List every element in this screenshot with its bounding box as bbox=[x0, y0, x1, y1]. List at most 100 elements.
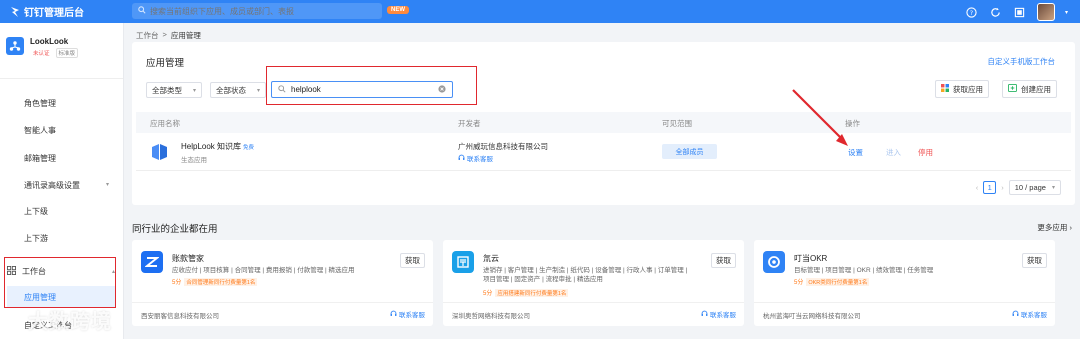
next-page-icon[interactable]: › bbox=[1001, 183, 1004, 192]
contact-support-label: 联系客服 bbox=[1021, 312, 1047, 319]
rank-badge: 合同管理新同行付费量第1名 bbox=[184, 277, 258, 286]
rating-score: 5分 bbox=[172, 280, 182, 286]
headset-icon bbox=[390, 310, 399, 319]
scope-badge[interactable]: 全部成员 bbox=[662, 144, 717, 159]
vendor-name: 杭州蓝海叮当云网络科技有限公司 bbox=[763, 313, 861, 320]
recommend-app-desc: 目标管理 | 项目管理 | OKR | 绩效管理 | 任务管理 bbox=[794, 267, 934, 274]
apps-grid-icon bbox=[941, 84, 949, 94]
custom-mobile-workbench-link[interactable]: 自定义手机版工作台 bbox=[988, 56, 1056, 67]
recommend-card[interactable]: 氚云 进销存 | 客户管理 | 生产制造 | 纸代码 | 设备管理 | 行政人事… bbox=[443, 240, 744, 326]
brand-logo[interactable]: 钉钉管理后台 bbox=[10, 4, 84, 19]
app-name-text: HelpLook 知识库 bbox=[181, 142, 242, 151]
app-type: 生态应用 bbox=[181, 157, 207, 164]
sidebar-item-hr[interactable]: 智能人事 bbox=[24, 125, 56, 136]
brand-title: 钉钉管理后台 bbox=[24, 8, 84, 19]
highlight-box bbox=[4, 257, 116, 308]
status-filter-select[interactable]: 全部状态 ▾ bbox=[210, 82, 266, 98]
contact-support-link[interactable]: 联系客服 bbox=[390, 309, 425, 319]
recommend-card[interactable]: 账款管家 应收应付 | 项目核算 | 合同管理 | 费用报销 | 付款管理 | … bbox=[132, 240, 433, 326]
chevron-down-icon[interactable]: ▾ bbox=[1065, 9, 1068, 16]
sidebar-item-mail[interactable]: 邮箱管理 bbox=[24, 153, 56, 164]
create-app-label: 创建应用 bbox=[1021, 84, 1051, 94]
zhangkuan-logo-icon bbox=[141, 251, 163, 273]
highlight-box bbox=[266, 66, 477, 105]
global-search-input[interactable] bbox=[150, 6, 370, 16]
fullscreen-icon[interactable] bbox=[1013, 5, 1027, 19]
page-size-select[interactable]: 10 / page ▾ bbox=[1008, 180, 1061, 195]
sidebar-item-updown[interactable]: 上下游 bbox=[24, 233, 48, 244]
recommend-rating: 5分 合同管理新同行付费量第1名 bbox=[172, 277, 258, 286]
recommend-app-desc: 应收应付 | 项目核算 | 合同管理 | 费用报销 | 付款管理 | 精选应用 bbox=[172, 267, 355, 274]
rank-badge: 应用搭建新同行付费量第1名 bbox=[495, 288, 569, 297]
more-apps-label: 更多应用 bbox=[1037, 223, 1068, 232]
create-app-button[interactable]: 创建应用 bbox=[1002, 80, 1057, 98]
headset-icon bbox=[701, 310, 710, 319]
disable-link[interactable]: 停用 bbox=[918, 147, 933, 158]
app-management-card: 应用管理 自定义手机版工作台 全部类型 ▾ 全部状态 ▾ 获取应用 创建应用 应… bbox=[132, 42, 1075, 205]
col-actions: 操作 bbox=[845, 119, 860, 128]
get-app-button[interactable]: 获取应用 bbox=[935, 80, 989, 98]
headset-icon bbox=[458, 154, 465, 163]
watermark: 大数跨境 bbox=[6, 305, 112, 334]
status-filter-value: 全部状态 bbox=[216, 85, 246, 95]
breadcrumb: 工作台 > 应用管理 bbox=[136, 30, 201, 41]
breadcrumb-current: 应用管理 bbox=[170, 31, 201, 40]
contact-support-link[interactable]: 联系客服 bbox=[1012, 309, 1047, 319]
settings-link[interactable]: 设置 bbox=[848, 147, 863, 158]
card-divider bbox=[132, 302, 433, 303]
contact-support-label: 联系客服 bbox=[710, 312, 736, 319]
page-title: 应用管理 bbox=[146, 58, 185, 69]
watermark-logo-icon bbox=[6, 308, 24, 331]
sidebar-item-roles[interactable]: 角色管理 bbox=[24, 98, 56, 109]
breadcrumb-root[interactable]: 工作台 bbox=[136, 30, 159, 41]
recommend-card[interactable]: 叮当OKR 目标管理 | 项目管理 | OKR | 绩效管理 | 任务管理 5分… bbox=[754, 240, 1055, 326]
prev-page-icon[interactable]: ‹ bbox=[976, 183, 979, 192]
card-divider bbox=[443, 302, 744, 303]
watermark-text: 大数跨境 bbox=[28, 311, 112, 333]
vendor-name: 深圳奥哲网络科技有限公司 bbox=[452, 313, 530, 320]
get-button[interactable]: 获取 bbox=[1022, 253, 1047, 268]
sidebar-item-contacts-advanced[interactable]: 通讯录高级设置 bbox=[24, 180, 80, 191]
chevron-right-icon: › bbox=[1069, 223, 1073, 232]
contact-support-label: 联系客服 bbox=[399, 312, 425, 319]
svg-text:?: ? bbox=[970, 8, 973, 16]
free-tag: 免费 bbox=[243, 145, 255, 151]
vendor-name: 西安丽客信息科技有限公司 bbox=[141, 313, 219, 320]
type-filter-value: 全部类型 bbox=[152, 85, 182, 95]
new-badge: NEW bbox=[387, 6, 409, 14]
org-info[interactable]: LookLook 未认证 标准版 bbox=[6, 37, 79, 58]
more-apps-link[interactable]: 更多应用 › bbox=[1037, 222, 1072, 233]
global-search[interactable] bbox=[132, 3, 382, 19]
dingdang-okr-logo-icon bbox=[763, 251, 785, 273]
enter-link[interactable]: 进入 bbox=[886, 147, 901, 158]
chuanyun-logo-icon bbox=[452, 251, 474, 273]
recommend-app-name: 氚云 bbox=[483, 254, 499, 263]
chevron-down-icon: ▾ bbox=[106, 182, 110, 188]
col-scope: 可见范围 bbox=[662, 119, 692, 128]
recommend-rating: 5分 应用搭建新同行付费量第1名 bbox=[483, 288, 569, 297]
pagination: ‹ 1 › 10 / page ▾ bbox=[976, 180, 1061, 195]
breadcrumb-separator: > bbox=[162, 30, 167, 39]
get-button[interactable]: 获取 bbox=[711, 253, 736, 268]
contact-support-link[interactable]: 联系客服 bbox=[701, 309, 736, 319]
get-button[interactable]: 获取 bbox=[400, 253, 425, 268]
recommend-app-desc: 进销存 | 客户管理 | 生产制造 | 纸代码 | 设备管理 | 行政人事 | … bbox=[483, 267, 688, 283]
sidebar-item-superior[interactable]: 上下级 bbox=[24, 206, 48, 217]
peers-section-title: 同行业的企业都在用 bbox=[132, 224, 218, 235]
type-filter-select[interactable]: 全部类型 ▾ bbox=[146, 82, 202, 98]
help-icon[interactable]: ? bbox=[965, 5, 979, 19]
org-name: LookLook bbox=[30, 37, 69, 46]
contact-support-link[interactable]: 联系客服 bbox=[458, 153, 493, 163]
chevron-down-icon: ▾ bbox=[256, 87, 260, 94]
unverified-tag[interactable]: 未认证 bbox=[30, 48, 53, 58]
app-name[interactable]: HelpLook 知识库 免费 bbox=[181, 141, 254, 152]
chevron-down-icon: ▾ bbox=[192, 87, 196, 94]
top-bar: 钉钉管理后台 NEW ? ▾ bbox=[0, 0, 1080, 23]
page-number[interactable]: 1 bbox=[983, 181, 997, 194]
avatar[interactable] bbox=[1036, 3, 1055, 21]
col-developer: 开发者 bbox=[458, 119, 481, 128]
dingtalk-logo-icon bbox=[10, 6, 20, 18]
rating-score: 5分 bbox=[483, 291, 493, 297]
refresh-icon[interactable] bbox=[989, 5, 1003, 19]
card-divider bbox=[754, 302, 1055, 303]
